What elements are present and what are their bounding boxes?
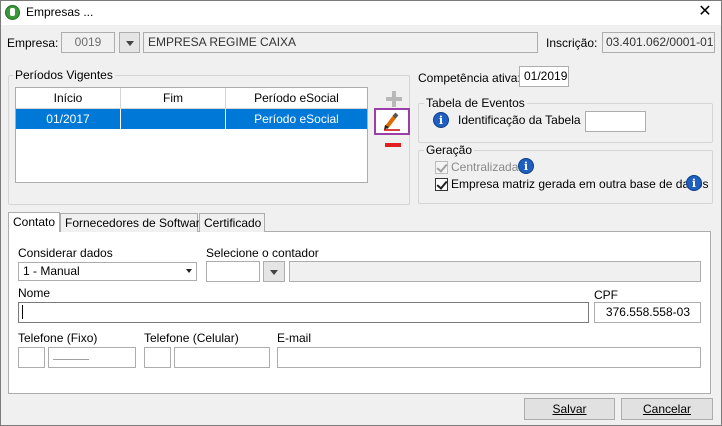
col-inicio[interactable]: Início: [16, 88, 121, 108]
competencia-label: Competência ativa:: [418, 71, 521, 85]
contador-label: Selecione o contador: [206, 246, 319, 260]
app-icon: [5, 5, 20, 20]
empresa-label: Empresa:: [7, 36, 59, 50]
col-fim[interactable]: Fim: [121, 88, 226, 108]
periodos-title: Períodos Vigentes: [13, 68, 115, 82]
tabela-eventos-title: Tabela de Eventos: [424, 96, 527, 110]
telefone-fixo-ddd-field[interactable]: [18, 347, 45, 368]
telefone-fixo-label: Telefone (Fixo): [18, 331, 98, 345]
telefone-celular-label: Telefone (Celular): [144, 331, 239, 345]
pencil-icon: [384, 112, 400, 131]
centralizada-label: Centralizada: [451, 160, 519, 174]
salvar-button[interactable]: Salvar: [524, 398, 615, 420]
contador-dropdown-button[interactable]: [263, 261, 285, 282]
close-icon[interactable]: ✕: [694, 3, 716, 21]
centralizada-checkbox[interactable]: [435, 161, 448, 174]
tab-certificado[interactable]: Certificado: [199, 213, 265, 232]
nome-label: Nome: [18, 286, 51, 300]
text-cursor: [22, 305, 23, 319]
empresa-dropdown-button[interactable]: [119, 32, 140, 53]
empresa-matriz-checkbox[interactable]: [435, 178, 448, 191]
col-periodo-esocial[interactable]: Período eSocial: [226, 88, 367, 108]
remove-icon[interactable]: [385, 143, 401, 147]
nome-field[interactable]: [18, 302, 589, 323]
contador-name-field: [289, 261, 701, 282]
cell-periodo: Período eSocial: [254, 112, 339, 126]
periodos-grid[interactable]: Início Fim Período eSocial 01/2017 Perío…: [15, 87, 368, 183]
cancelar-label: Cancelar: [642, 402, 692, 416]
inscricao-field: 03.401.062/0001-01: [602, 32, 715, 53]
tab-fornecedores-software[interactable]: Fornecedores de Software: [60, 213, 206, 232]
empresa-name-field: EMPRESA REGIME CAIXA: [143, 32, 538, 53]
identificacao-label: Identificação da Tabela: [458, 113, 581, 127]
cell-inicio: 01/2017: [16, 109, 121, 129]
considerar-dados-select[interactable]: 1 - Manual: [18, 262, 197, 281]
telefone-celular-field[interactable]: [174, 347, 270, 368]
geracao-title: Geração: [424, 143, 475, 157]
edit-button[interactable]: [374, 108, 410, 135]
cell-fim: [121, 109, 226, 129]
tab-contato[interactable]: Contato: [8, 212, 60, 232]
salvar-label: Salvar: [552, 402, 587, 416]
chevron-down-icon[interactable]: [186, 269, 192, 273]
cpf-label: CPF: [594, 288, 618, 302]
window-title: Empresas ...: [26, 5, 94, 19]
competencia-field[interactable]: 01/2019: [519, 66, 569, 87]
grid-header: Início Fim Período eSocial: [16, 88, 367, 109]
inscricao-label: Inscrição:: [546, 36, 598, 50]
info-icon[interactable]: i: [686, 175, 702, 191]
cancelar-button[interactable]: Cancelar: [621, 398, 713, 420]
info-icon[interactable]: i: [433, 112, 449, 128]
add-icon[interactable]: [386, 91, 402, 107]
email-label: E-mail: [277, 331, 312, 345]
empresa-matriz-label: Empresa matriz gerada em outra base de d…: [451, 177, 709, 191]
info-icon[interactable]: i: [518, 158, 534, 174]
table-row[interactable]: 01/2017 Período eSocial: [16, 109, 367, 129]
cpf-field[interactable]: 376.558.558-03: [594, 302, 701, 323]
email-field[interactable]: [277, 347, 701, 368]
title-bar[interactable]: [1, 1, 721, 25]
telefone-fixo-field[interactable]: ______: [48, 347, 136, 368]
contador-code-field[interactable]: [206, 261, 260, 282]
considerar-dados-label: Considerar dados: [18, 246, 113, 260]
identificacao-field[interactable]: [585, 111, 646, 132]
empresa-code-field[interactable]: 0019: [61, 32, 115, 53]
telefone-celular-ddd-field[interactable]: [144, 347, 171, 368]
